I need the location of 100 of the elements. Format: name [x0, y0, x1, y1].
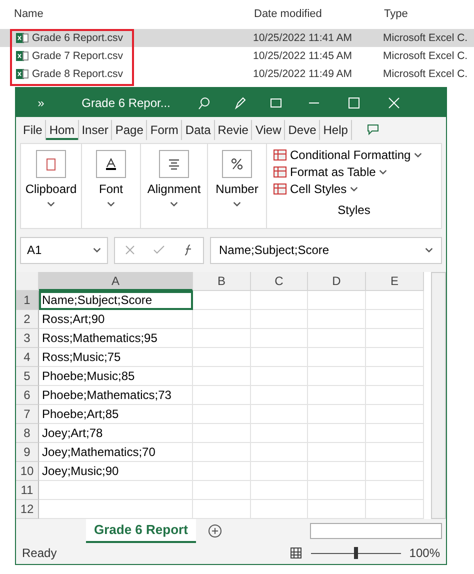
- table-cell[interactable]: [308, 481, 366, 500]
- row-heading[interactable]: 5: [16, 367, 39, 386]
- window-title[interactable]: Grade 6 Repor...: [66, 96, 186, 110]
- table-cell[interactable]: Phoebe;Art;85: [39, 405, 193, 424]
- table-cell[interactable]: Ross;Music;75: [39, 348, 193, 368]
- table-cell[interactable]: [251, 424, 308, 444]
- select-all-corner[interactable]: [16, 272, 39, 292]
- formula-field[interactable]: Name;Subject;Score: [210, 236, 442, 264]
- horizontal-scrollbar[interactable]: [310, 523, 442, 539]
- group-label[interactable]: Number: [216, 182, 258, 196]
- table-cell[interactable]: [308, 348, 366, 368]
- table-cell[interactable]: [308, 386, 366, 406]
- table-cell[interactable]: [308, 462, 366, 482]
- row-heading[interactable]: 8: [16, 424, 39, 444]
- table-cell[interactable]: [193, 462, 251, 482]
- styles-item[interactable]: Cell Styles: [273, 182, 435, 196]
- table-cell[interactable]: [366, 500, 424, 520]
- table-cell[interactable]: [251, 481, 308, 500]
- styles-item[interactable]: Conditional Formatting: [273, 148, 435, 162]
- column-heading[interactable]: D: [308, 272, 366, 292]
- row-heading[interactable]: 12: [16, 500, 39, 520]
- row-heading[interactable]: 10: [16, 462, 39, 482]
- table-cell[interactable]: [366, 462, 424, 482]
- column-heading[interactable]: C: [251, 272, 308, 292]
- column-heading[interactable]: E: [366, 272, 424, 292]
- row-heading[interactable]: 2: [16, 310, 39, 330]
- table-cell[interactable]: Joey;Music;90: [39, 462, 193, 482]
- table-cell[interactable]: [308, 367, 366, 386]
- row-heading[interactable]: 4: [16, 348, 39, 368]
- ribbon-tab[interactable]: Revie: [214, 120, 252, 140]
- table-cell[interactable]: [366, 405, 424, 424]
- table-cell[interactable]: [366, 367, 424, 386]
- ribbon-tab[interactable]: Data: [182, 120, 215, 140]
- more-button[interactable]: »: [16, 96, 66, 110]
- table-cell[interactable]: [193, 481, 251, 500]
- ribbon-button[interactable]: [159, 150, 189, 178]
- row-heading[interactable]: 6: [16, 386, 39, 406]
- table-cell[interactable]: [251, 386, 308, 406]
- table-cell[interactable]: [39, 481, 193, 500]
- table-cell[interactable]: [308, 424, 366, 444]
- table-cell[interactable]: [251, 367, 308, 386]
- ribbon-tab[interactable]: Help: [320, 120, 352, 140]
- ribbon-tab[interactable]: Inser: [78, 120, 112, 140]
- table-cell[interactable]: [251, 405, 308, 424]
- table-cell[interactable]: Joey;Art;78: [39, 424, 193, 444]
- file-row[interactable]: Grade 7 Report.csv 10/25/2022 11:45 AM Microsoft Excel C.: [0, 47, 474, 65]
- ribbon-tab[interactable]: View: [252, 120, 286, 140]
- table-cell[interactable]: Ross;Art;90: [39, 310, 193, 330]
- table-cell[interactable]: [251, 310, 308, 330]
- table-cell[interactable]: [366, 443, 424, 462]
- table-cell[interactable]: Joey;Mathematics;70: [39, 443, 193, 462]
- sheet-tab[interactable]: Grade 6 Report: [86, 519, 196, 543]
- column-header[interactable]: Name: [0, 8, 250, 20]
- group-label[interactable]: Clipboard: [25, 182, 77, 196]
- column-heading[interactable]: A: [39, 272, 193, 292]
- name-box[interactable]: A1: [20, 236, 108, 264]
- table-cell[interactable]: Phoebe;Music;85: [39, 367, 193, 386]
- table-cell[interactable]: [366, 424, 424, 444]
- ribbon-button[interactable]: [222, 150, 252, 178]
- table-cell[interactable]: [308, 329, 366, 348]
- table-cell[interactable]: [193, 348, 251, 368]
- table-cell[interactable]: [193, 405, 251, 424]
- table-cell[interactable]: [308, 405, 366, 424]
- table-cell[interactable]: [193, 424, 251, 444]
- column-header[interactable]: Date modified: [250, 8, 380, 20]
- row-heading[interactable]: 11: [16, 481, 39, 500]
- table-cell[interactable]: [251, 500, 308, 520]
- styles-item[interactable]: Format as Table: [273, 164, 435, 179]
- group-label[interactable]: Font: [98, 182, 123, 196]
- vertical-scrollbar[interactable]: [431, 272, 446, 520]
- table-cell[interactable]: Phoebe;Mathematics;73: [39, 386, 193, 406]
- ribbon-tab[interactable]: Deve: [285, 120, 320, 140]
- zoom-thumb[interactable]: [354, 547, 358, 560]
- table-cell[interactable]: [193, 367, 251, 386]
- table-cell[interactable]: [251, 348, 308, 368]
- row-heading[interactable]: 9: [16, 443, 39, 462]
- ribbon-tab[interactable]: Hom: [46, 120, 79, 140]
- ribbon-tab[interactable]: Form: [147, 120, 182, 140]
- group-label[interactable]: Alignment: [147, 182, 201, 196]
- file-row[interactable]: Grade 6 Report.csv 10/25/2022 11:41 AM Microsoft Excel C.: [0, 29, 474, 47]
- table-cell[interactable]: Ross;Mathematics;95: [39, 329, 193, 348]
- table-cell[interactable]: [251, 462, 308, 482]
- table-cell[interactable]: [308, 310, 366, 330]
- table-cell[interactable]: [251, 329, 308, 348]
- row-heading[interactable]: 3: [16, 329, 39, 348]
- column-heading[interactable]: B: [193, 272, 251, 292]
- row-heading[interactable]: 7: [16, 405, 39, 424]
- table-cell[interactable]: [308, 500, 366, 520]
- table-cell[interactable]: [366, 310, 424, 330]
- table-cell[interactable]: [366, 291, 424, 310]
- ribbon-tab[interactable]: File: [20, 120, 46, 140]
- table-cell[interactable]: [308, 291, 366, 310]
- table-cell[interactable]: [193, 310, 251, 330]
- table-cell[interactable]: [251, 291, 308, 310]
- table-cell[interactable]: [308, 443, 366, 462]
- table-cell[interactable]: [193, 329, 251, 348]
- column-header[interactable]: Type: [380, 8, 474, 20]
- table-cell[interactable]: [251, 443, 308, 462]
- zoom-level[interactable]: 100%: [409, 546, 440, 560]
- table-cell[interactable]: [366, 348, 424, 368]
